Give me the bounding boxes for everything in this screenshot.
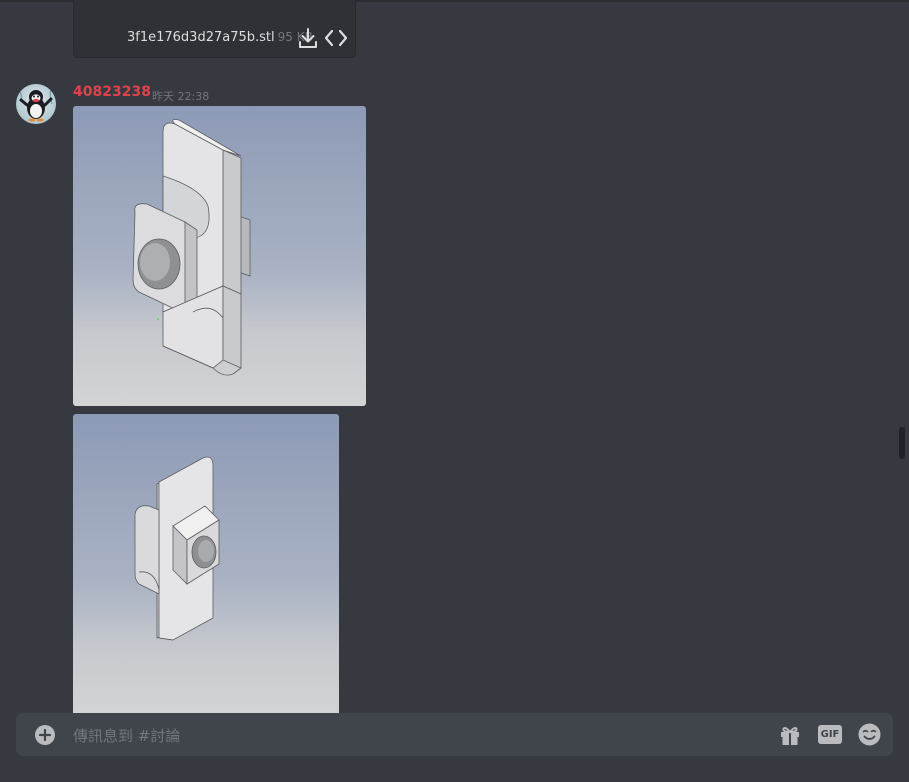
emoji-button[interactable]	[857, 722, 882, 747]
gif-button[interactable]: GIF	[818, 725, 842, 744]
add-circle-icon	[35, 725, 55, 745]
3d-part-render-1	[132, 119, 251, 376]
image-attachment-2[interactable]	[73, 414, 339, 713]
file-attachment-card: 3f1e176d3d27a75b.stl 95 KB	[73, 0, 356, 58]
message-input[interactable]: 傳訊息到 #討論	[73, 725, 180, 746]
code-icon	[324, 29, 348, 47]
view-code-button[interactable]	[324, 26, 348, 50]
file-name-link[interactable]: 3f1e176d3d27a75b.stl	[127, 30, 275, 45]
bottom-strip	[0, 773, 909, 782]
download-icon	[299, 28, 317, 48]
scrollbar-thumb[interactable]	[899, 427, 905, 459]
3d-part-render-2	[134, 456, 220, 641]
gift-icon	[781, 727, 799, 745]
message-composer: 傳訊息到 #討論 GIF	[16, 713, 893, 756]
gift-button[interactable]	[778, 723, 802, 747]
user-avatar[interactable]	[16, 84, 56, 124]
upload-button[interactable]	[34, 724, 56, 746]
message-username[interactable]: 40823238	[73, 84, 151, 100]
image-attachment-1[interactable]	[73, 106, 366, 406]
emoji-icon	[858, 723, 881, 746]
penguin-avatar	[18, 88, 53, 122]
message-timestamp: 昨天 22:38	[152, 90, 210, 103]
file-attachment-name[interactable]: 3f1e176d3d27a75b.stl 95 KB	[127, 30, 313, 45]
download-button[interactable]	[297, 26, 319, 50]
